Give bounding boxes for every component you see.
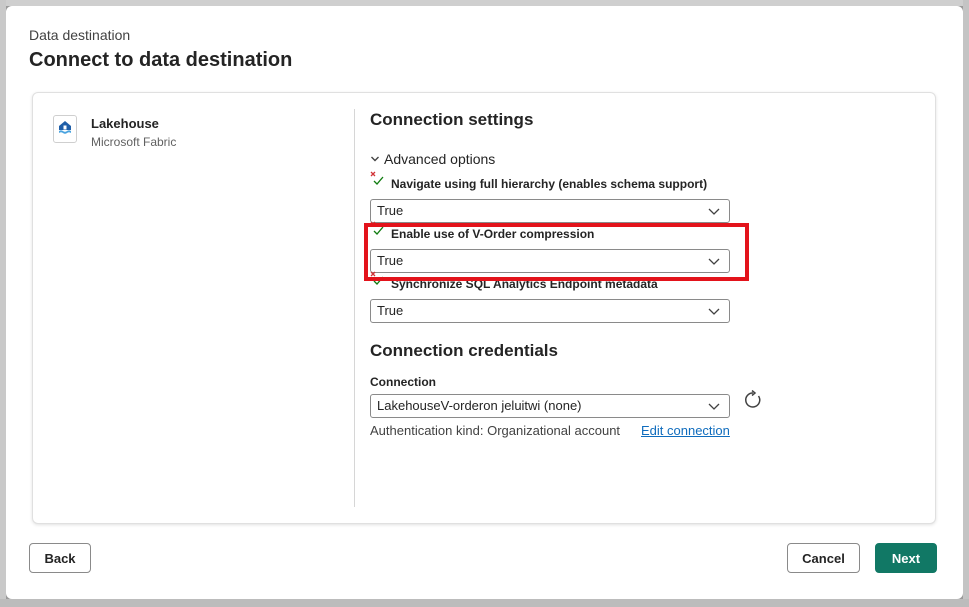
refresh-icon[interactable] bbox=[743, 390, 763, 410]
destination-provider: Microsoft Fabric bbox=[91, 135, 177, 149]
chevron-down-icon bbox=[708, 308, 720, 315]
back-button[interactable]: Back bbox=[29, 543, 91, 573]
edit-connection-link[interactable]: Edit connection bbox=[641, 423, 730, 438]
authentication-kind: Authentication kind: Organizational acco… bbox=[370, 423, 621, 438]
destination-name: Lakehouse bbox=[91, 116, 159, 131]
cancel-button[interactable]: Cancel bbox=[787, 543, 860, 573]
chevron-down-icon bbox=[708, 403, 720, 410]
background-app-bottom bbox=[0, 599, 969, 607]
connection-label: Connection bbox=[370, 375, 436, 389]
connection-select-value: LakehouseV-orderon jeluitwi (none) bbox=[377, 398, 582, 413]
panel-divider bbox=[354, 109, 355, 507]
lakehouse-icon bbox=[53, 115, 77, 143]
dialog-title: Connect to data destination bbox=[29, 49, 293, 71]
advanced-options-toggle[interactable]: Advanced options bbox=[370, 151, 495, 167]
sync-select-value: True bbox=[377, 303, 404, 318]
settings-pane: Connection settings Advanced options Nav… bbox=[370, 93, 930, 523]
next-button[interactable]: Next bbox=[875, 543, 937, 573]
chevron-down-icon bbox=[708, 208, 720, 215]
hierarchy-select[interactable]: True bbox=[370, 199, 730, 223]
connection-credentials-heading: Connection credentials bbox=[370, 341, 558, 360]
chevron-down-icon bbox=[370, 154, 384, 167]
sync-select[interactable]: True bbox=[370, 299, 730, 323]
dialog-subtitle: Data destination bbox=[29, 27, 131, 43]
advanced-options-label: Advanced options bbox=[384, 151, 496, 167]
content-panel: Lakehouse Microsoft Fabric Connection se… bbox=[32, 92, 936, 524]
highlight-box bbox=[364, 223, 749, 281]
check-x-icon bbox=[370, 171, 384, 185]
hierarchy-select-value: True bbox=[377, 203, 404, 218]
connection-select[interactable]: LakehouseV-orderon jeluitwi (none) bbox=[370, 394, 730, 418]
destination-item-lakehouse[interactable]: Lakehouse Microsoft Fabric bbox=[53, 113, 313, 153]
connect-destination-dialog: Data destination Connect to data destina… bbox=[6, 6, 963, 599]
background-app-right bbox=[963, 0, 969, 607]
connection-settings-heading: Connection settings bbox=[370, 110, 534, 129]
